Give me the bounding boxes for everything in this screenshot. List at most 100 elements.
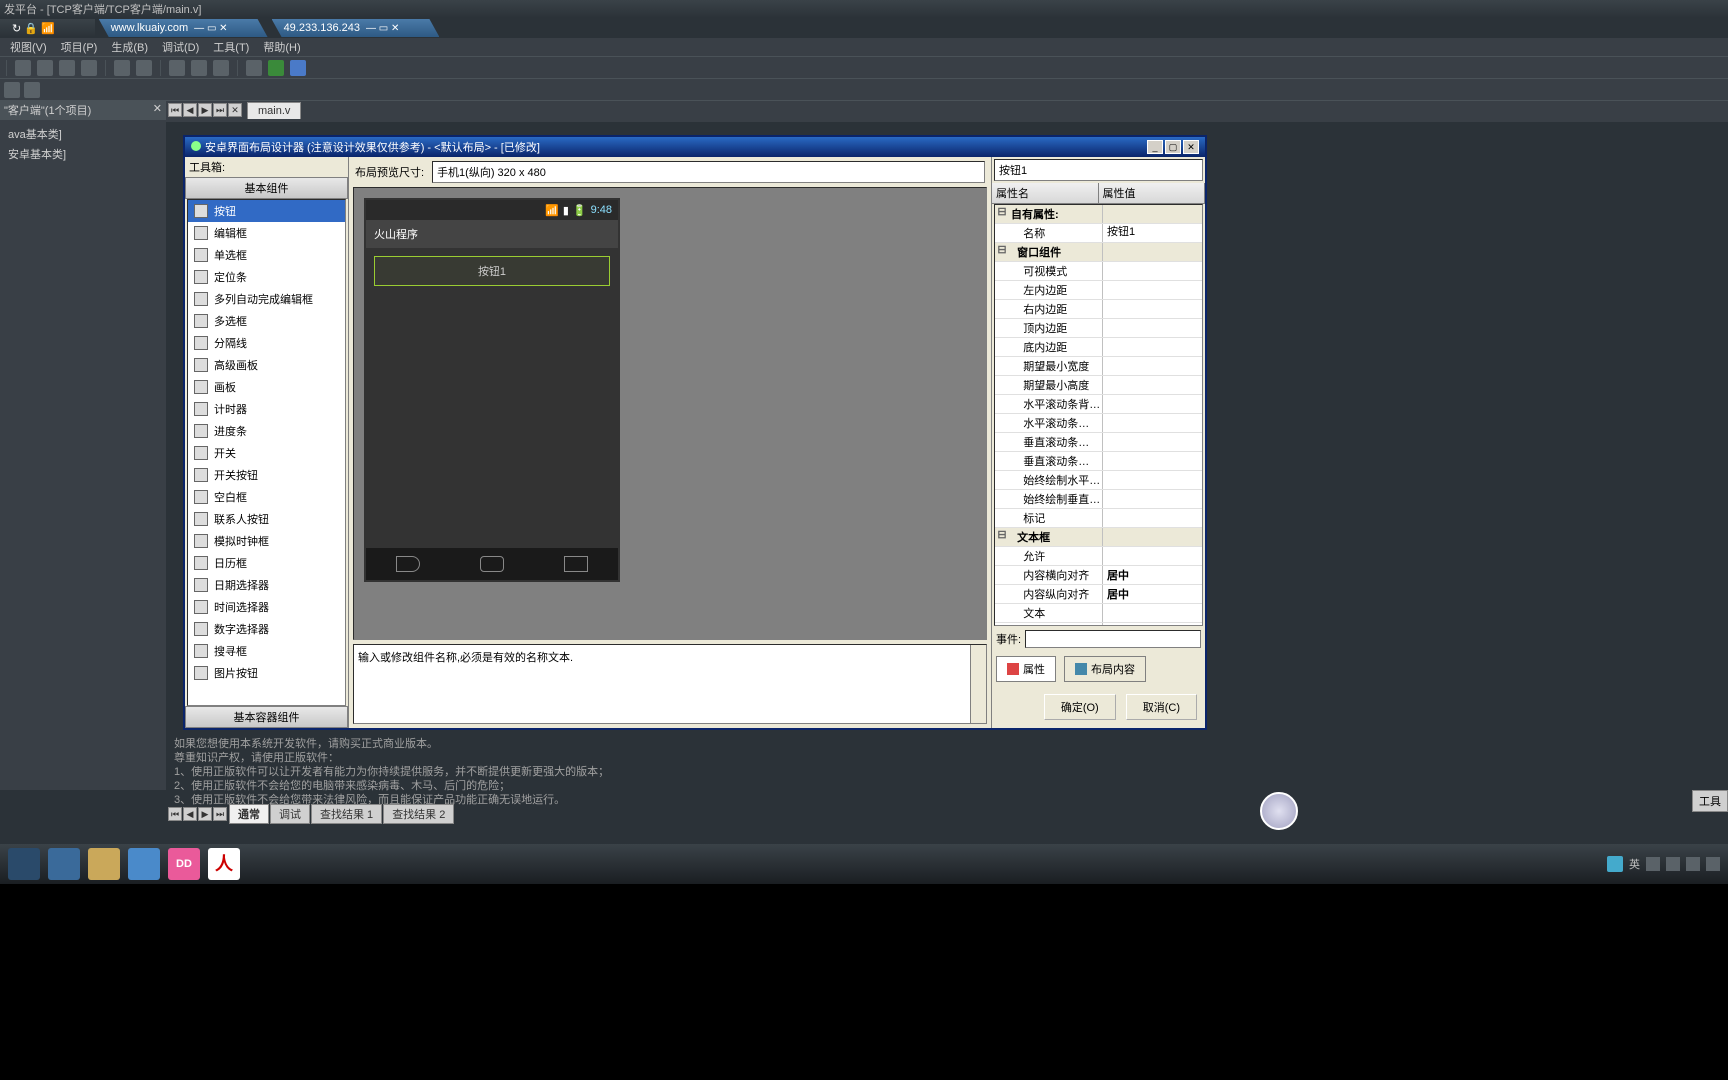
toolbar-icon[interactable] <box>4 82 20 98</box>
toolbox-item[interactable]: 单选框 <box>188 244 345 266</box>
prop-row[interactable]: 垂直滚动条… <box>995 433 1202 452</box>
toolbox-item[interactable]: 图片按钮 <box>188 662 345 684</box>
prop-row[interactable]: 水平滚动条… <box>995 414 1202 433</box>
taskbar-app-icon[interactable] <box>8 848 40 880</box>
design-canvas[interactable]: 📶 ▮ 🔋 9:48 火山程序 按钮1 <box>353 187 987 640</box>
nav-last-icon[interactable]: ⏭ <box>213 103 227 117</box>
toolbox-item[interactable]: 多选框 <box>188 310 345 332</box>
close-icon[interactable]: ✕ <box>1183 140 1199 154</box>
prop-row[interactable]: 始终绘制垂直… <box>995 490 1202 509</box>
address-tab-controls[interactable]: ↻ 🔒 📶 <box>0 19 95 37</box>
toolbar-icon[interactable] <box>24 82 40 98</box>
address-tab-2[interactable]: 49.233.136.243— ▭ ✕ <box>272 19 440 37</box>
ok-button[interactable]: 确定(O) <box>1044 694 1116 720</box>
taskbar-app-icon[interactable]: DD <box>168 848 200 880</box>
prop-row[interactable]: 可视模式 <box>995 262 1202 281</box>
cancel-button[interactable]: 取消(C) <box>1126 694 1197 720</box>
menu-build[interactable]: 生成(B) <box>105 39 154 55</box>
toolbox-item[interactable]: 联系人按钮 <box>188 508 345 530</box>
taskbar-app-icon[interactable] <box>128 848 160 880</box>
toolbar-icon[interactable] <box>37 60 53 76</box>
prop-value-input[interactable] <box>1107 225 1198 237</box>
toolbox-item[interactable]: 模拟时钟框 <box>188 530 345 552</box>
prop-row[interactable]: 内容纵向对齐居中 <box>995 585 1202 604</box>
toolbox-item[interactable]: 时间选择器 <box>188 596 345 618</box>
output-tab-find1[interactable]: 查找结果 1 <box>311 804 382 824</box>
prop-row[interactable]: 底内边距 <box>995 338 1202 357</box>
address-tab-1[interactable]: www.lkuaiy.com— ▭ ✕ <box>99 19 268 37</box>
toolbar-icon[interactable] <box>246 60 262 76</box>
nav-first-icon[interactable]: ⏮ <box>168 807 182 821</box>
taskbar-app-icon[interactable]: 人 <box>208 848 240 880</box>
prop-row[interactable]: 标记 <box>995 509 1202 528</box>
tray-icon[interactable] <box>1646 857 1660 871</box>
toolbar-icon[interactable] <box>290 60 306 76</box>
toolbar-icon[interactable] <box>191 60 207 76</box>
ime-indicator[interactable]: 英 <box>1629 856 1640 872</box>
toolbox-item[interactable]: 空白框 <box>188 486 345 508</box>
toolbar-icon[interactable] <box>15 60 31 76</box>
minimize-icon[interactable]: _ <box>1147 140 1163 154</box>
toolbox-item[interactable]: 数字选择器 <box>188 618 345 640</box>
prop-row[interactable]: 期望最小高度 <box>995 376 1202 395</box>
prop-row[interactable]: 文本 <box>995 604 1202 623</box>
nav-last-icon[interactable]: ⏭ <box>213 807 227 821</box>
toolbox-category-footer[interactable]: 基本容器组件 <box>185 706 348 728</box>
toolbox-list[interactable]: 按钮编辑框单选框定位条多列自动完成编辑框多选框分隔线高级画板画板计时器进度条开关… <box>187 199 346 706</box>
toolbar-icon[interactable] <box>114 60 130 76</box>
toolbox-item[interactable]: 高级画板 <box>188 354 345 376</box>
tray-icon[interactable] <box>1607 856 1623 872</box>
tray-icon[interactable] <box>1706 857 1720 871</box>
project-tree-root[interactable]: "客户端"(1个项目) <box>4 102 91 118</box>
menu-help[interactable]: 帮助(H) <box>257 39 306 55</box>
toolbox-item[interactable]: 画板 <box>188 376 345 398</box>
taskbar-app-icon[interactable] <box>88 848 120 880</box>
nav-close-icon[interactable]: ✕ <box>228 103 242 117</box>
menu-tools[interactable]: 工具(T) <box>207 39 255 55</box>
toolbar-icon[interactable] <box>169 60 185 76</box>
nav-next-icon[interactable]: ▶ <box>198 103 212 117</box>
prop-row[interactable]: 左内边距 <box>995 281 1202 300</box>
maximize-icon[interactable]: ▢ <box>1165 140 1181 154</box>
properties-grid[interactable]: ⊟自有属性: 名称⊟ 窗口组件 可视模式 左内边距 右内边距 顶内边距 底内边距… <box>994 204 1203 626</box>
prop-row[interactable]: 内容横向对齐居中 <box>995 566 1202 585</box>
designer-titlebar[interactable]: 安卓界面布局设计器 (注意设计效果仅供参考) - <默认布局> - [已修改] … <box>185 137 1205 157</box>
tab-layout-content[interactable]: 布局内容 <box>1064 656 1146 682</box>
tree-item[interactable]: ava基本类] <box>0 124 166 144</box>
prop-row[interactable]: 水平滚动条背… <box>995 395 1202 414</box>
toolbox-category-header[interactable]: 基本组件 <box>185 177 348 199</box>
menu-debug[interactable]: 调试(D) <box>156 39 205 55</box>
menu-project[interactable]: 项目(P) <box>55 39 104 55</box>
preview-size-select[interactable]: 手机1(纵向) 320 x 480 <box>432 161 985 183</box>
tab-properties[interactable]: 属性 <box>996 656 1056 682</box>
prop-row[interactable]: 顶内边距 <box>995 319 1202 338</box>
toolbox-item[interactable]: 开关按钮 <box>188 464 345 486</box>
nav-first-icon[interactable]: ⏮ <box>168 103 182 117</box>
toolbox-item[interactable]: 按钮 <box>188 200 345 222</box>
prop-row[interactable]: 右内边距 <box>995 300 1202 319</box>
output-tab-normal[interactable]: 通常 <box>229 804 269 824</box>
output-tab-debug[interactable]: 调试 <box>270 804 310 824</box>
nav-next-icon[interactable]: ▶ <box>198 807 212 821</box>
tray-icon[interactable] <box>1666 857 1680 871</box>
tab-controls[interactable]: — ▭ ✕ <box>194 23 227 34</box>
scrollbar[interactable] <box>970 645 986 723</box>
taskbar-app-icon[interactable] <box>48 848 80 880</box>
toolbox-item[interactable]: 编辑框 <box>188 222 345 244</box>
prop-row[interactable]: 垂直滚动条… <box>995 452 1202 471</box>
toolbar-icon[interactable] <box>81 60 97 76</box>
close-icon[interactable]: ✕ <box>153 102 162 118</box>
event-select[interactable] <box>1025 630 1201 648</box>
selected-object-name[interactable]: 按钮1 <box>994 159 1203 181</box>
document-tab[interactable]: main.v <box>247 102 301 119</box>
nav-prev-icon[interactable]: ◀ <box>183 807 197 821</box>
menu-view[interactable]: 视图(V) <box>4 39 53 55</box>
toolbox-item[interactable]: 定位条 <box>188 266 345 288</box>
toolbox-item[interactable]: 日历框 <box>188 552 345 574</box>
nav-prev-icon[interactable]: ◀ <box>183 103 197 117</box>
toolbar-icon[interactable] <box>59 60 75 76</box>
toolbar-icon[interactable] <box>136 60 152 76</box>
tree-item[interactable]: 安卓基本类] <box>0 144 166 164</box>
toolbar-icon[interactable] <box>268 60 284 76</box>
tool-side-tab[interactable]: 工具 <box>1692 790 1728 812</box>
